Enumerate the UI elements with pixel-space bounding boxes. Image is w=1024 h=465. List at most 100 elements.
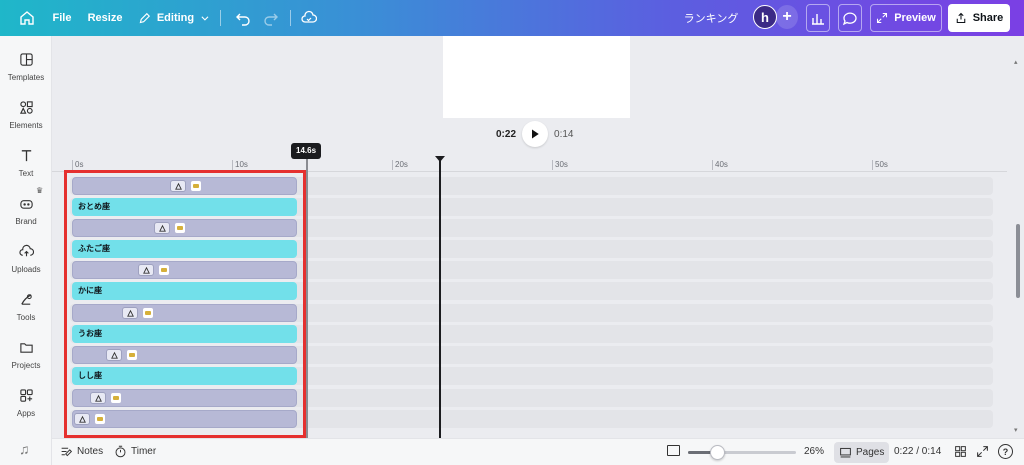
clip-animation-chip[interactable] bbox=[170, 180, 186, 192]
crown-icon: ♛ bbox=[36, 186, 44, 195]
timeline-ruler[interactable]: 0s 10s 20s 30s 40s 50s bbox=[52, 158, 1007, 172]
clip-animation-chip[interactable] bbox=[122, 307, 138, 319]
elements-icon bbox=[19, 101, 33, 114]
media-clip[interactable] bbox=[72, 389, 297, 407]
media-clip[interactable] bbox=[72, 177, 297, 195]
sidebar-item-label: Elements bbox=[9, 121, 43, 130]
share-upload-icon bbox=[956, 12, 965, 24]
sidebar-item-elements[interactable]: Elements bbox=[0, 96, 52, 140]
grid-view-button[interactable] bbox=[954, 445, 967, 463]
fullscreen-button[interactable] bbox=[976, 445, 989, 463]
text-clip[interactable]: しし座 bbox=[72, 367, 297, 385]
comments-button[interactable] bbox=[838, 4, 862, 32]
shapes-icon bbox=[110, 351, 118, 359]
design-title[interactable]: ランキング bbox=[680, 4, 742, 32]
clip-thumbnail bbox=[175, 223, 185, 233]
media-clip[interactable] bbox=[72, 261, 297, 279]
page-view-icon[interactable] bbox=[667, 445, 680, 456]
ruler-tick: 10s bbox=[232, 160, 248, 170]
zoom-slider[interactable] bbox=[688, 445, 796, 460]
text-clip[interactable]: おとめ座 bbox=[72, 198, 297, 216]
undo-icon bbox=[236, 13, 250, 26]
editing-mode-dropdown[interactable]: Editing bbox=[138, 4, 210, 32]
design-page-preview[interactable] bbox=[443, 36, 630, 118]
home-icon bbox=[20, 11, 34, 25]
sidebar-item-label: Brand bbox=[15, 217, 37, 226]
sidebar-item-label: Uploads bbox=[11, 265, 41, 274]
timeline: 0s 10s 20s 30s 40s 50s おとめ座 ふたご座 かに座 うお座 bbox=[52, 152, 1007, 438]
file-menu[interactable]: File bbox=[50, 4, 74, 32]
play-button[interactable] bbox=[522, 121, 549, 147]
share-label: Share bbox=[972, 12, 1004, 24]
media-clip[interactable] bbox=[72, 410, 297, 428]
help-button[interactable]: ? bbox=[998, 444, 1013, 459]
scroll-up-icon[interactable]: ▴ bbox=[1014, 58, 1018, 66]
zoom-slider-thumb[interactable] bbox=[710, 445, 725, 460]
media-clip[interactable] bbox=[72, 304, 297, 322]
media-clip[interactable] bbox=[72, 219, 297, 237]
playhead-knob[interactable] bbox=[435, 156, 445, 162]
redo-button[interactable] bbox=[260, 4, 282, 32]
media-clip[interactable] bbox=[72, 346, 297, 364]
shapes-icon bbox=[78, 415, 86, 423]
pages-icon bbox=[840, 447, 851, 458]
timer-button[interactable]: Timer bbox=[114, 445, 156, 458]
clip-thumbnail bbox=[143, 308, 153, 318]
scroll-down-icon[interactable]: ▾ bbox=[1014, 426, 1018, 434]
chevron-down-icon bbox=[201, 16, 209, 21]
comment-icon bbox=[842, 12, 857, 26]
notes-button[interactable]: Notes bbox=[60, 445, 103, 458]
text-clip[interactable]: うお座 bbox=[72, 325, 297, 343]
clip-animation-chip[interactable] bbox=[106, 349, 122, 361]
pencil-icon bbox=[139, 12, 151, 23]
sidebar-item-text[interactable]: Text bbox=[0, 144, 52, 188]
image-icon bbox=[193, 184, 199, 188]
help-icon: ? bbox=[1002, 446, 1009, 457]
image-icon bbox=[97, 417, 103, 421]
sidebar-item-templates[interactable]: Templates bbox=[0, 48, 52, 92]
add-collaborator-button[interactable]: + bbox=[776, 5, 798, 29]
preview-button[interactable]: Preview bbox=[870, 4, 942, 32]
undo-button[interactable] bbox=[232, 4, 254, 32]
scrollbar-thumb[interactable] bbox=[1016, 224, 1020, 298]
insights-button[interactable] bbox=[806, 4, 830, 32]
notes-icon bbox=[61, 447, 73, 457]
sidebar-item-apps[interactable]: Apps bbox=[0, 384, 52, 428]
shapes-icon bbox=[158, 224, 166, 232]
text-clip[interactable]: ふたご座 bbox=[72, 240, 297, 258]
share-button[interactable]: Share bbox=[948, 4, 1010, 32]
fullscreen-icon bbox=[977, 446, 988, 457]
playhead[interactable] bbox=[439, 158, 441, 438]
left-sidebar: Templates Elements Text ♛ Brand Uploads … bbox=[0, 36, 52, 465]
sidebar-item-label: Templates bbox=[7, 73, 45, 82]
clip-animation-chip[interactable] bbox=[154, 222, 170, 234]
sidebar-item-brand[interactable]: ♛ Brand bbox=[0, 186, 52, 236]
cloud-save-button[interactable] bbox=[298, 4, 320, 32]
ruler-tick: 0s bbox=[72, 160, 83, 170]
play-icon bbox=[532, 129, 539, 139]
ruler-tick: 50s bbox=[872, 160, 888, 170]
sidebar-item-uploads[interactable]: Uploads bbox=[0, 240, 52, 284]
bottom-bar: Notes Timer 26% Pages 0:22 / 0:14 ? bbox=[52, 438, 1024, 465]
music-icon[interactable]: ♫ bbox=[19, 441, 30, 457]
clip-animation-chip[interactable] bbox=[74, 413, 90, 425]
ruler-tick: 20s bbox=[392, 160, 408, 170]
total-time: 0:14 bbox=[554, 128, 574, 140]
trim-handle-line[interactable] bbox=[306, 158, 308, 438]
time-readout: 0:22 / 0:14 bbox=[894, 446, 942, 457]
text-clip[interactable]: かに座 bbox=[72, 282, 297, 300]
playback-controls: 0:22 0:14 bbox=[496, 121, 573, 147]
text-icon bbox=[21, 150, 31, 162]
user-avatar[interactable]: h bbox=[753, 5, 777, 29]
clip-animation-chip[interactable] bbox=[138, 264, 154, 276]
resize-menu[interactable]: Resize bbox=[88, 4, 123, 32]
sidebar-item-label: Projects bbox=[11, 361, 41, 370]
clip-animation-chip[interactable] bbox=[90, 392, 106, 404]
sidebar-item-tools[interactable]: Tools bbox=[0, 288, 52, 332]
sidebar-item-label: Tools bbox=[16, 313, 36, 322]
sidebar-item-projects[interactable]: Projects bbox=[0, 336, 52, 380]
folder-icon bbox=[19, 343, 33, 353]
pages-button[interactable]: Pages bbox=[834, 442, 890, 463]
zoom-percent[interactable]: 26% bbox=[804, 446, 824, 457]
home-button[interactable] bbox=[16, 4, 38, 32]
